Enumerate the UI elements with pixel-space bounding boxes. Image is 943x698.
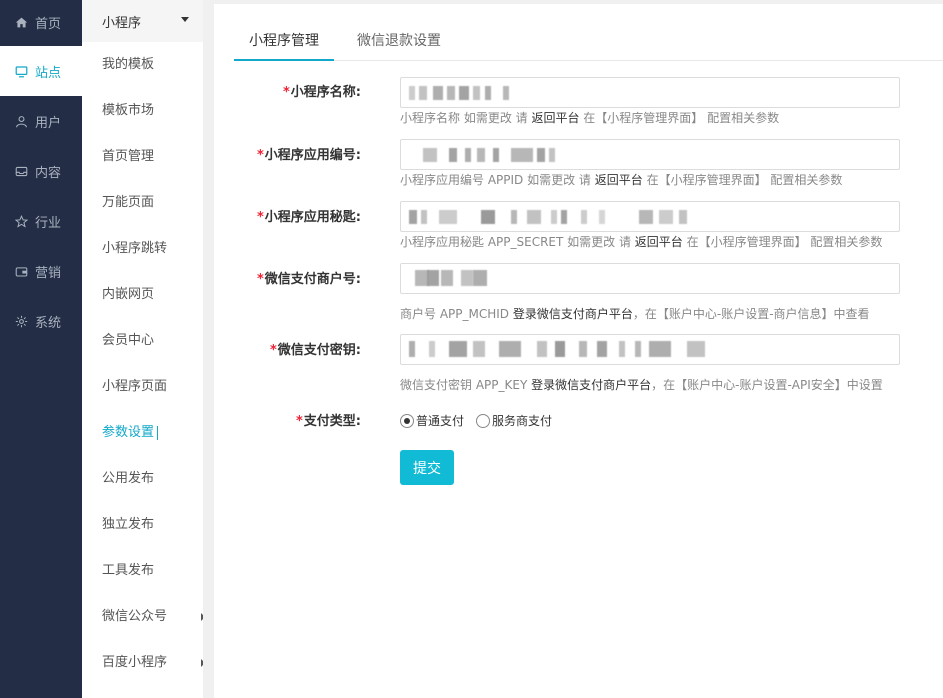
nav-site-label: 站点 xyxy=(35,65,62,81)
help-text: 小程序应用编号 APPID 如需更改 请 xyxy=(400,173,595,187)
pay-key-help: 微信支付密钥 APP_KEY 登录微信支付商户平台，在【账户中心-账户设置-AP… xyxy=(400,376,883,393)
nav-marketing-label: 营销 xyxy=(35,265,62,281)
return-platform-link[interactable]: 返回平台 xyxy=(595,173,643,187)
return-platform-link[interactable]: 返回平台 xyxy=(531,111,579,125)
subnav-item-miniprogram-pages[interactable]: 小程序页面 xyxy=(102,377,167,397)
miniprogram-name-label: *小程序名称: xyxy=(283,81,361,100)
nav-system[interactable]: 系统 xyxy=(0,296,82,346)
subnav-item-parameter-settings[interactable]: 参数设置 xyxy=(102,423,159,443)
app-id-field[interactable] xyxy=(400,139,900,170)
sub-nav: 小程序 我的模板 模板市场 首页管理 万能页面 小程序跳转 内嵌网页 会员中心 … xyxy=(82,0,206,698)
miniprogram-name-help: 小程序名称 如需更改 请 返回平台 在【小程序管理界面】 配置相关参数 xyxy=(400,109,779,126)
subnav-item-home-management[interactable]: 首页管理 xyxy=(102,147,154,167)
pay-type-radio-group: 普通支付 服务商支付 xyxy=(400,412,564,429)
required-mark: * xyxy=(269,343,277,358)
radio-checked-icon[interactable] xyxy=(400,413,414,428)
miniprogram-name-field[interactable] xyxy=(400,77,900,108)
submit-button[interactable]: 提交 xyxy=(400,450,454,485)
radio-unchecked-icon[interactable] xyxy=(476,413,491,428)
app-secret-label: *小程序应用秘匙: xyxy=(257,206,361,225)
main-nav-rail: 首页 站点 用户 内容 行业 营销 系统 xyxy=(0,0,82,698)
nav-home-label: 首页 xyxy=(35,16,62,32)
help-text: ，在【账户中心-账户设置-API安全】中设置 xyxy=(651,378,883,392)
pay-type-label-text: 支付类型: xyxy=(303,414,361,429)
subnav-item-my-templates[interactable]: 我的模板 xyxy=(102,55,154,75)
gutter xyxy=(203,0,214,698)
pay-key-field[interactable] xyxy=(400,334,900,365)
pay-type-normal-radio[interactable]: 普通支付 xyxy=(400,412,464,429)
pay-key-label-text: 微信支付密钥: xyxy=(277,343,361,358)
pay-type-service-provider-radio[interactable]: 服务商支付 xyxy=(476,412,552,429)
wechat-pay-merchant-link[interactable]: 登录微信支付商户平台 xyxy=(513,307,633,321)
nav-marketing[interactable]: 营销 xyxy=(0,246,82,296)
mch-id-help: 商户号 APP_MCHID 登录微信支付商户平台，在【账户中心-账户设置-商户信… xyxy=(400,305,870,322)
app-secret-field[interactable] xyxy=(400,201,900,232)
tab-wechat-refund-settings[interactable]: 微信退款设置 xyxy=(349,29,449,61)
caret-down-icon xyxy=(181,17,189,22)
app-id-help: 小程序应用编号 APPID 如需更改 请 返回平台 在【小程序管理界面】 配置相… xyxy=(400,171,842,188)
subnav-item-public-release[interactable]: 公用发布 xyxy=(102,469,154,489)
subnav-item-independent-release[interactable]: 独立发布 xyxy=(102,515,154,535)
app-secret-label-text: 小程序应用秘匙: xyxy=(264,210,361,225)
help-text: 在【小程序管理界面】 配置相关参数 xyxy=(682,235,883,249)
pay-type-label: *支付类型: xyxy=(296,410,361,429)
miniprogram-name-label-text: 小程序名称: xyxy=(290,85,361,100)
nav-industry[interactable]: 行业 xyxy=(0,196,82,246)
star-icon xyxy=(14,214,28,228)
nav-home[interactable]: 首页 xyxy=(0,0,82,44)
mch-id-label-text: 微信支付商户号: xyxy=(264,272,361,287)
subnav-item-miniprogram-jump[interactable]: 小程序跳转 xyxy=(102,239,167,259)
subnav-item-wechat-official[interactable]: 微信公众号 xyxy=(102,607,206,627)
monitor-icon xyxy=(14,64,28,78)
wallet-icon xyxy=(14,264,28,278)
subnav-item-embedded-web[interactable]: 内嵌网页 xyxy=(102,285,154,305)
help-text: 小程序名称 如需更改 请 xyxy=(400,111,532,125)
required-mark: * xyxy=(256,210,264,225)
subnav-header-miniprogram[interactable]: 小程序 xyxy=(82,0,203,42)
tab-bar: 小程序管理 微信退款设置 xyxy=(234,29,943,61)
gear-icon xyxy=(14,314,28,328)
mch-id-field[interactable] xyxy=(400,263,900,294)
nav-user-label: 用户 xyxy=(35,115,62,131)
home-icon xyxy=(14,15,28,29)
app-id-input[interactable] xyxy=(401,140,899,169)
inbox-icon xyxy=(14,164,28,178)
pay-type-normal-label: 普通支付 xyxy=(416,414,465,428)
app-id-label: *小程序应用编号: xyxy=(257,144,361,163)
nav-user[interactable]: 用户 xyxy=(0,96,82,146)
help-text: 微信支付密钥 APP_KEY xyxy=(400,378,532,392)
app-secret-help: 小程序应用秘匙 APP_SECRET 如需更改 请 返回平台 在【小程序管理界面… xyxy=(400,233,882,250)
app-id-label-text: 小程序应用编号: xyxy=(264,148,361,163)
help-text: ，在【账户中心-账户设置-商户信息】中查看 xyxy=(632,307,870,321)
mch-id-label: *微信支付商户号: xyxy=(257,268,361,287)
subnav-item-template-market[interactable]: 模板市场 xyxy=(102,101,154,121)
help-text: 商户号 APP_MCHID xyxy=(400,307,513,321)
help-text: 在【小程序管理界面】 配置相关参数 xyxy=(642,173,843,187)
required-mark: * xyxy=(256,148,264,163)
subnav-item-wechat-official-label: 微信公众号 xyxy=(102,609,168,624)
help-text: 小程序应用秘匙 APP_SECRET 如需更改 请 xyxy=(400,235,635,249)
nav-system-label: 系统 xyxy=(35,315,62,331)
subnav-header-label: 小程序 xyxy=(102,15,142,31)
subnav-item-baidu-miniprogram-label: 百度小程序 xyxy=(102,655,168,670)
nav-industry-label: 行业 xyxy=(35,215,62,231)
required-mark: * xyxy=(295,414,303,429)
nav-site[interactable]: 站点 xyxy=(0,46,82,96)
tab-miniprogram-management[interactable]: 小程序管理 xyxy=(234,29,334,61)
wechat-pay-merchant-link[interactable]: 登录微信支付商户平台 xyxy=(531,378,651,392)
nav-content-label: 内容 xyxy=(35,165,62,181)
required-mark: * xyxy=(256,272,264,287)
return-platform-link[interactable]: 返回平台 xyxy=(635,235,683,249)
required-mark: * xyxy=(282,85,290,100)
subnav-item-member-center[interactable]: 会员中心 xyxy=(102,331,154,351)
user-icon xyxy=(14,114,28,128)
subnav-item-universal-page[interactable]: 万能页面 xyxy=(102,193,154,213)
help-text: 在【小程序管理界面】 配置相关参数 xyxy=(579,111,780,125)
subnav-item-tool-release[interactable]: 工具发布 xyxy=(102,561,154,581)
subnav-item-baidu-miniprogram[interactable]: 百度小程序 xyxy=(102,653,206,673)
nav-content[interactable]: 内容 xyxy=(0,146,82,196)
main-panel: 小程序管理 微信退款设置 *小程序名称: 小程序名称 如需更改 请 返回平台 在… xyxy=(214,4,943,698)
pay-type-service-provider-label: 服务商支付 xyxy=(492,414,553,428)
pay-key-label: *微信支付密钥: xyxy=(270,339,361,358)
